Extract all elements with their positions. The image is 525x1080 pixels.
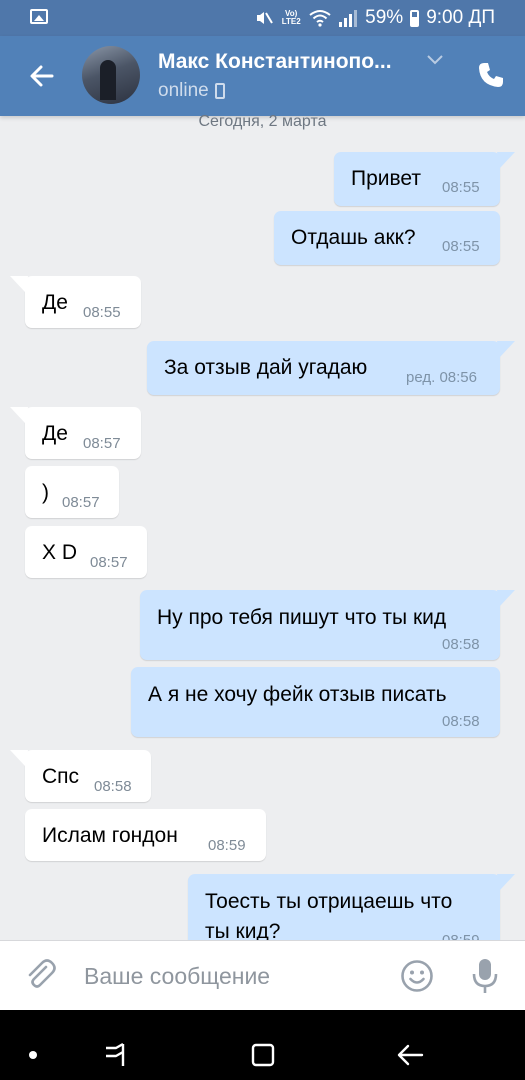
message-text: Ислам гондон xyxy=(42,824,178,847)
message-incoming[interactable]: Де 08:55 xyxy=(25,276,141,328)
bubble-tail xyxy=(497,590,515,606)
message-incoming[interactable]: X D 08:57 xyxy=(25,526,147,578)
microphone-icon[interactable] xyxy=(471,957,499,995)
nav-dot-icon[interactable] xyxy=(29,1051,37,1059)
bubble-tail xyxy=(497,341,515,357)
date-separator: Сегодня, 2 марта xyxy=(198,113,327,130)
recent-apps-icon[interactable] xyxy=(103,1042,129,1068)
message-time: 08:55 xyxy=(442,179,480,196)
message-text: Де xyxy=(42,291,68,314)
message-incoming[interactable]: Спс 08:58 xyxy=(25,750,151,802)
message-time: ред. 08:56 xyxy=(406,369,477,386)
message-text: А я не хочу фейк отзыв писать xyxy=(148,683,447,706)
call-icon[interactable] xyxy=(476,60,506,90)
chevron-down-icon[interactable] xyxy=(426,54,444,66)
message-time: 08:57 xyxy=(90,554,128,571)
message-composer xyxy=(0,940,525,1011)
message-time: 08:59 xyxy=(208,837,246,854)
message-text-line-1: Тоесть ты отрицаешь что xyxy=(205,890,453,913)
emoji-icon[interactable] xyxy=(400,959,434,993)
gallery-notification-icon xyxy=(30,9,48,24)
message-incoming[interactable]: ) 08:57 xyxy=(25,466,119,518)
chat-screen: Vo) LTE2 59% 9:00 ДП Макс Константинопо. xyxy=(0,0,525,1080)
back-icon[interactable] xyxy=(396,1042,424,1068)
message-outgoing[interactable]: А я не хочу фейк отзыв писать 08:58 xyxy=(131,667,500,737)
bubble-tail xyxy=(497,874,515,890)
message-text: Спс xyxy=(42,765,80,788)
message-outgoing[interactable]: Привет 08:55 xyxy=(334,152,500,206)
message-time: 08:55 xyxy=(442,238,480,255)
message-input[interactable] xyxy=(84,959,384,993)
back-arrow-icon[interactable] xyxy=(26,60,58,92)
message-incoming[interactable]: Ислам гондон 08:59 xyxy=(25,809,266,861)
battery-percent: 59% xyxy=(365,7,404,28)
message-outgoing[interactable]: За отзыв дай угадаю ред. 08:56 xyxy=(147,341,500,395)
home-icon[interactable] xyxy=(251,1043,275,1067)
mute-icon xyxy=(257,12,274,24)
message-time: 08:57 xyxy=(62,494,100,511)
message-text: ) xyxy=(42,481,49,504)
paperclip-icon[interactable] xyxy=(24,958,58,992)
message-text: Де xyxy=(42,422,68,445)
message-text: Ну про тебя пишут что ты кид xyxy=(157,606,447,629)
message-outgoing[interactable]: Ну про тебя пишут что ты кид 08:58 xyxy=(140,590,500,660)
message-text: За отзыв дай угадаю xyxy=(164,356,368,379)
message-time: 08:57 xyxy=(83,435,121,452)
bubble-tail xyxy=(497,152,515,168)
volte-lte-icon: Vo) LTE2 xyxy=(281,9,301,26)
message-time: 08:58 xyxy=(442,636,480,653)
bubble-tail xyxy=(10,750,28,766)
contact-name[interactable]: Макс Константинопо... xyxy=(158,50,392,74)
bubble-tail xyxy=(10,407,28,423)
status-indicators: Vo) LTE2 59% 9:00 ДП xyxy=(255,6,495,30)
message-text: Привет xyxy=(351,167,422,190)
signal-icon xyxy=(339,10,358,27)
message-outgoing[interactable]: Отдашь акк? 08:55 xyxy=(274,211,500,265)
bubble-tail xyxy=(10,276,28,292)
mobile-phone-icon xyxy=(214,83,225,99)
message-time: 08:55 xyxy=(83,304,121,321)
message-time: 08:58 xyxy=(94,778,132,795)
avatar[interactable] xyxy=(82,46,140,104)
system-navigation-bar xyxy=(0,1010,525,1080)
battery-icon xyxy=(410,9,420,27)
online-status-text: online xyxy=(158,80,209,101)
message-time: 08:58 xyxy=(442,713,480,730)
chat-header: Макс Константинопо... online xyxy=(0,36,525,116)
status-bar: Vo) LTE2 59% 9:00 ДП xyxy=(0,0,525,36)
contact-status: online xyxy=(158,80,225,102)
message-incoming[interactable]: Де 08:57 xyxy=(25,407,141,459)
message-text: Отдашь акк? xyxy=(291,226,416,249)
clock: 9:00 ДП xyxy=(426,7,495,28)
message-text: X D xyxy=(42,541,78,564)
wifi-icon xyxy=(309,10,331,27)
